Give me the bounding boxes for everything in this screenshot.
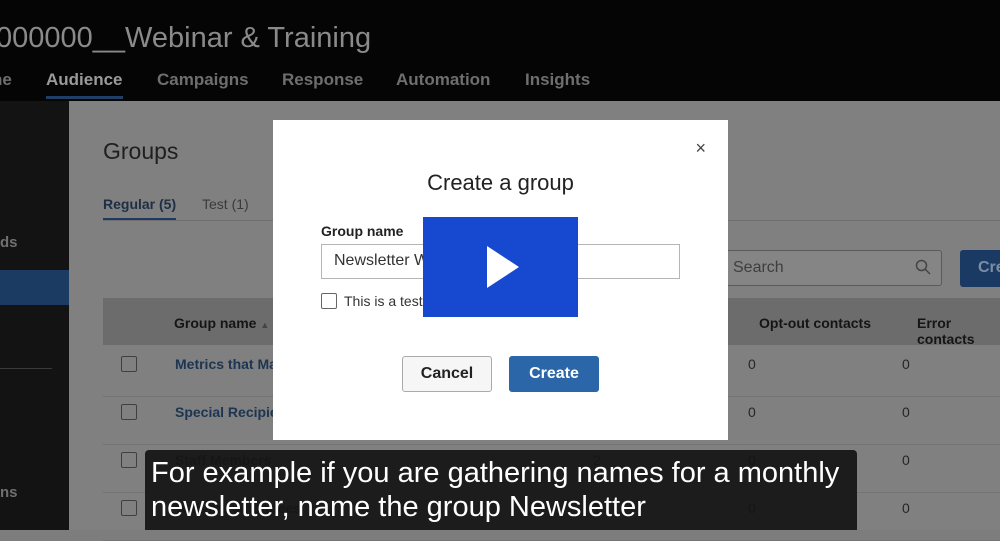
nav-insights[interactable]: Insights <box>525 70 590 90</box>
row-checkbox[interactable] <box>121 404 137 420</box>
error-count: 0 <box>902 500 910 516</box>
test-group-checkbox[interactable] <box>321 293 337 309</box>
sidebar-item[interactable]: ds <box>0 234 18 251</box>
search-input[interactable]: Search <box>724 250 942 286</box>
cancel-button[interactable]: Cancel <box>402 356 492 392</box>
sidebar-divider <box>0 368 52 369</box>
sort-asc-icon: ▲ <box>260 320 270 330</box>
nav-audience[interactable]: Audience <box>46 70 123 99</box>
group-name-link[interactable]: Special Recipie <box>175 404 278 420</box>
tab-test[interactable]: Test (1) <box>202 196 249 212</box>
create-button[interactable]: Create <box>509 356 599 392</box>
nav-campaigns[interactable]: Campaigns <box>157 70 249 90</box>
row-checkbox[interactable] <box>121 452 137 468</box>
col-error: Error contacts <box>917 315 975 347</box>
row-checkbox[interactable] <box>121 500 137 516</box>
sidebar: ds ns <box>0 101 69 530</box>
play-icon <box>487 246 519 288</box>
nav-automation[interactable]: Automation <box>396 70 490 90</box>
tab-regular[interactable]: Regular (5) <box>103 196 177 221</box>
group-name-link[interactable]: Metrics that Ma <box>175 356 277 372</box>
optout-count: 0 <box>748 404 756 420</box>
sidebar-item-active[interactable] <box>0 270 69 305</box>
nav-response[interactable]: Response <box>282 70 363 90</box>
nav-home[interactable]: ne <box>0 70 12 90</box>
search-icon[interactable] <box>915 259 931 280</box>
row-checkbox[interactable] <box>121 356 137 372</box>
error-count: 0 <box>902 404 910 420</box>
close-icon[interactable]: × <box>695 138 706 159</box>
app-title: 000000__Webinar & Training <box>0 22 372 54</box>
error-count: 0 <box>902 452 910 468</box>
optout-count: 0 <box>748 356 756 372</box>
video-play-button[interactable] <box>423 217 578 317</box>
app-header: 000000__Webinar & Training ne Audience C… <box>0 0 1000 101</box>
create-group-button[interactable]: Cre <box>960 250 1000 287</box>
video-caption: For example if you are gathering names f… <box>145 450 857 530</box>
error-count: 0 <box>902 356 910 372</box>
page-title: Groups <box>103 138 179 164</box>
col-group-name[interactable]: Group name ▲ <box>174 315 269 331</box>
col-optout: Opt-out contacts <box>759 315 871 331</box>
dialog-title: Create a group <box>427 170 574 195</box>
search-placeholder: Search <box>733 259 784 276</box>
sidebar-item[interactable]: ns <box>0 484 18 501</box>
group-name-label: Group name <box>321 223 404 239</box>
